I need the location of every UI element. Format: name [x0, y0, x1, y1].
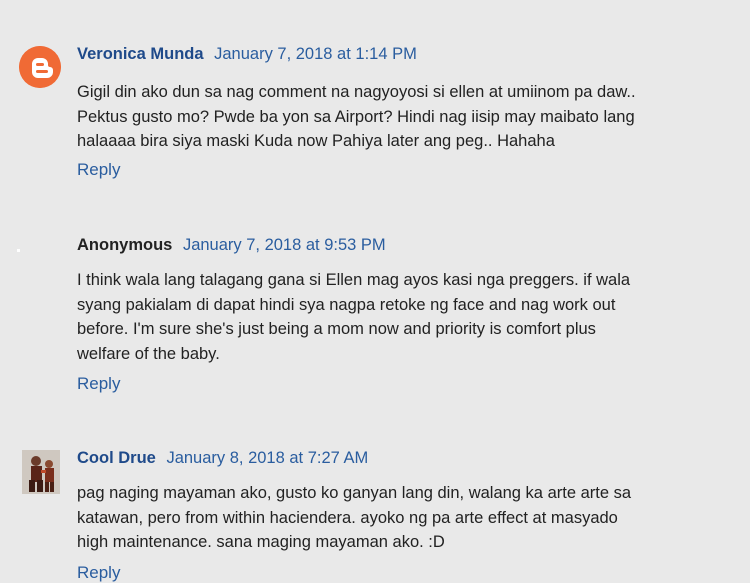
comment-line: katawan, pero from within haciendera. ay…	[77, 508, 618, 527]
comment-line: high maintenance. sana maging mayaman ak…	[77, 533, 445, 551]
comment-author-link[interactable]: Veronica Munda	[77, 45, 204, 63]
reply-link[interactable]: Reply	[77, 563, 120, 583]
comment-author: Anonymous	[77, 236, 173, 254]
comment-line: halaaaa bira siya maski Kuda now Pahiya …	[77, 132, 555, 150]
comment-timestamp-link[interactable]: January 8, 2018 at 7:27 AM	[166, 449, 368, 467]
comment-timestamp-link[interactable]: January 7, 2018 at 1:14 PM	[214, 45, 417, 63]
comment-line: pag naging mayaman ako, gusto ko ganyan …	[77, 484, 632, 502]
blogger-icon[interactable]	[19, 46, 61, 88]
comment-author-link[interactable]: Cool Drue	[77, 449, 156, 467]
comment-line: welfare of the baby.	[77, 344, 220, 363]
comment-line: Pektus gusto mo? Pwde ba yon sa Airport?…	[77, 107, 635, 126]
comment-body: Gigil din ako dun sa nag comment na nagy…	[77, 80, 697, 154]
comment-line: before. I'm sure she's just being a mom …	[77, 320, 596, 338]
comment-line: Gigil din ako dun sa nag comment na nagy…	[77, 83, 636, 101]
user-photo-avatar[interactable]	[22, 450, 60, 494]
comment-body: pag naging mayaman ako, gusto ko ganyan …	[77, 481, 697, 555]
reply-link[interactable]: Reply	[77, 160, 120, 180]
reply-link[interactable]: Reply	[77, 374, 120, 394]
comment-body: I think wala lang talagang gana si Ellen…	[77, 268, 697, 366]
comment-line: syang pakialam di dapat hindi sya nagpa …	[77, 295, 616, 314]
avatar-placeholder	[17, 249, 20, 252]
comment-header: Anonymous January 7, 2018 at 9:53 PM	[77, 236, 386, 255]
comment-timestamp-link[interactable]: January 7, 2018 at 9:53 PM	[183, 236, 386, 254]
comment-header: Veronica Munda January 7, 2018 at 1:14 P…	[77, 45, 417, 64]
comment-header: Cool Drue January 8, 2018 at 7:27 AM	[77, 449, 368, 468]
comment-line: I think wala lang talagang gana si Ellen…	[77, 271, 631, 289]
